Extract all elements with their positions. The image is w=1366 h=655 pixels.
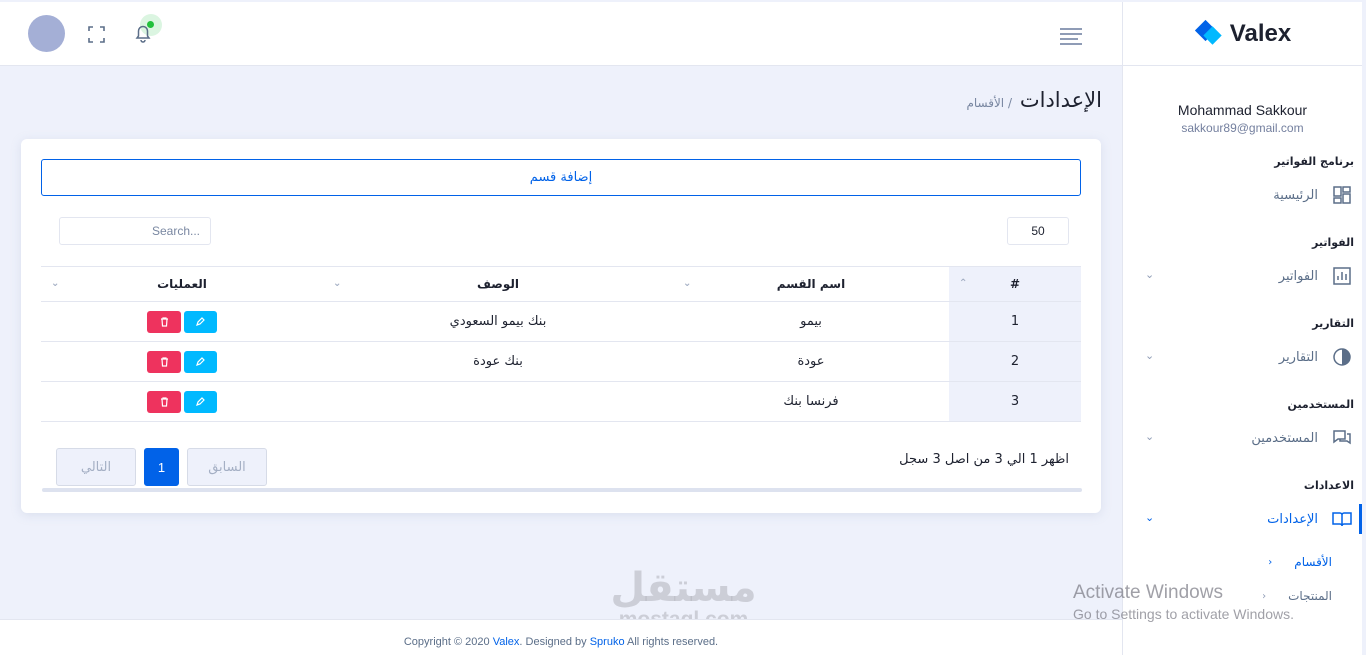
section-title-settings: الاعدادات [1303,479,1354,492]
breadcrumb[interactable]: / الأقسام [966,96,1012,110]
sort-down-icon: ⌄ [51,278,60,289]
activate-subtitle: Go to Settings to activate Windows. [1073,606,1294,622]
search-input[interactable]: Search... [59,217,211,245]
dashboard-icon [1333,186,1351,204]
logo-icon [1194,19,1222,45]
footer-brand-link[interactable]: Valex [493,636,520,648]
per-page-select[interactable]: 50 [1007,217,1069,245]
previous-page-button[interactable]: السابق [187,448,267,486]
chevron-down-icon: ⌄ [1145,511,1155,524]
chevron-right-icon: › [1268,556,1273,568]
row-operations [41,381,323,422]
delete-button[interactable] [147,350,181,373]
avatar[interactable] [28,15,65,52]
sections-card: إضافة قسم Search... 50 # ⌃ اسم القسم ⌄ الو… [21,139,1101,513]
logo-text: Valex [1229,19,1292,47]
delete-button[interactable] [147,390,181,413]
column-header-description[interactable]: الوصف ⌄ [323,266,673,302]
section-title-invoices-app: برنامج الفواتير [1274,155,1354,168]
add-section-button[interactable]: إضافة قسم [41,159,1081,196]
menu-toggle-icon[interactable] [1060,28,1082,45]
row-name: عودة [673,341,949,382]
watermark-arabic: مستقل [610,565,757,611]
sidebar-item-label: المستخدمين [1251,430,1318,446]
activate-windows-overlay: Activate Windows Go to Settings to activ… [1073,582,1294,622]
row-number: 3 [949,381,1081,422]
footer: Copyright © 2020 Valex. Designed by Spru… [0,619,1122,655]
top-header [0,2,1122,66]
pagination-info: اظهر 1 الي 3 من اصل 3 سجل [899,452,1069,467]
pencil-icon [196,357,205,366]
sidebar-item-users[interactable]: ⌄ المستخدمين [1123,423,1362,453]
row-name: فرنسا بنك [673,381,949,422]
pencil-icon [196,397,205,406]
table-row: 2 عودة بنك عودة [41,341,1081,382]
edit-button[interactable] [184,390,217,413]
sort-down-icon: ⌄ [333,278,342,289]
chat-icon [1333,430,1351,445]
trash-icon [160,396,168,407]
row-operations [41,301,323,342]
fullscreen-icon[interactable] [88,26,105,43]
column-header-name[interactable]: اسم القسم ⌄ [673,266,949,302]
logo[interactable]: Valex [1123,2,1362,66]
table-row: 1 بيمو بنك بيمو السعودي [41,301,1081,342]
notification-dot [147,21,154,28]
row-description: بنك عودة [323,341,673,382]
sidebar-item-settings[interactable]: ⌄ الإعدادات [1123,504,1362,534]
current-page-button[interactable]: 1 [144,448,179,486]
sidebar-subitem-sections[interactable]: › الأقسام [1123,552,1362,572]
sort-down-icon: ⌄ [683,278,692,289]
row-number: 1 [949,301,1081,342]
section-title-reports: التقارير [1312,317,1354,330]
footer-designer-link[interactable]: Spruko [590,636,625,648]
chevron-down-icon: ⌄ [1145,430,1155,443]
chevron-down-icon: ⌄ [1145,268,1155,281]
edit-button[interactable] [184,350,217,373]
user-name: Mohammad Sakkour [1177,102,1308,118]
sidebar-item-label: التقارير [1278,349,1318,365]
row-description: بنك بيمو السعودي [323,301,673,342]
sidebar-subitem-label: الأقسام [1294,555,1332,569]
sidebar-item-home[interactable]: الرئيسية [1123,180,1362,210]
sidebar-item-reports[interactable]: ⌄ التقارير [1123,342,1362,372]
user-email: sakkour89@gmail.com [1181,121,1304,135]
column-header-number[interactable]: # ⌃ [949,266,1081,302]
pagination: التالي 1 السابق [56,448,267,486]
next-page-button[interactable]: التالي [56,448,136,486]
row-number: 2 [949,341,1081,382]
bar-chart-icon [1333,267,1351,285]
trash-icon [160,356,168,367]
table-row: 3 فرنسا بنك [41,381,1081,422]
sidebar-item-label: الإعدادات [1267,511,1318,527]
section-title-users: المستخدمين [1287,398,1354,411]
user-info: Mohammad Sakkour sakkour89@gmail.com [1123,66,1362,135]
chevron-down-icon: ⌄ [1145,349,1155,362]
active-indicator [1359,504,1362,534]
row-operations [41,341,323,382]
book-icon [1332,512,1352,527]
delete-button[interactable] [147,310,181,333]
sidebar-item-invoices[interactable]: ⌄ الفواتير [1123,261,1362,291]
pie-chart-icon [1333,348,1351,366]
sections-table: # ⌃ اسم القسم ⌄ الوصف ⌄ العمليات ⌄ 1 بيمو بن… [41,266,1081,422]
edit-button[interactable] [184,310,217,333]
row-name: بيمو [673,301,949,342]
row-description [323,381,673,422]
activate-title: Activate Windows [1073,582,1223,603]
sidebar-item-label: الرئيسية [1273,187,1318,203]
column-header-operations[interactable]: العمليات ⌄ [41,266,323,302]
sidebar: Valex Mohammad Sakkour sakkour89@gmail.c… [1122,2,1362,655]
page-title: الإعدادات [1019,88,1102,112]
sort-up-icon: ⌃ [959,278,968,289]
pencil-icon [196,317,205,326]
horizontal-scrollbar[interactable] [42,488,1082,492]
sidebar-subitem-label: المنتجات [1288,589,1332,603]
sidebar-item-label: الفواتير [1278,268,1318,284]
trash-icon [160,316,168,327]
section-title-invoices: الفواتير [1312,236,1354,249]
